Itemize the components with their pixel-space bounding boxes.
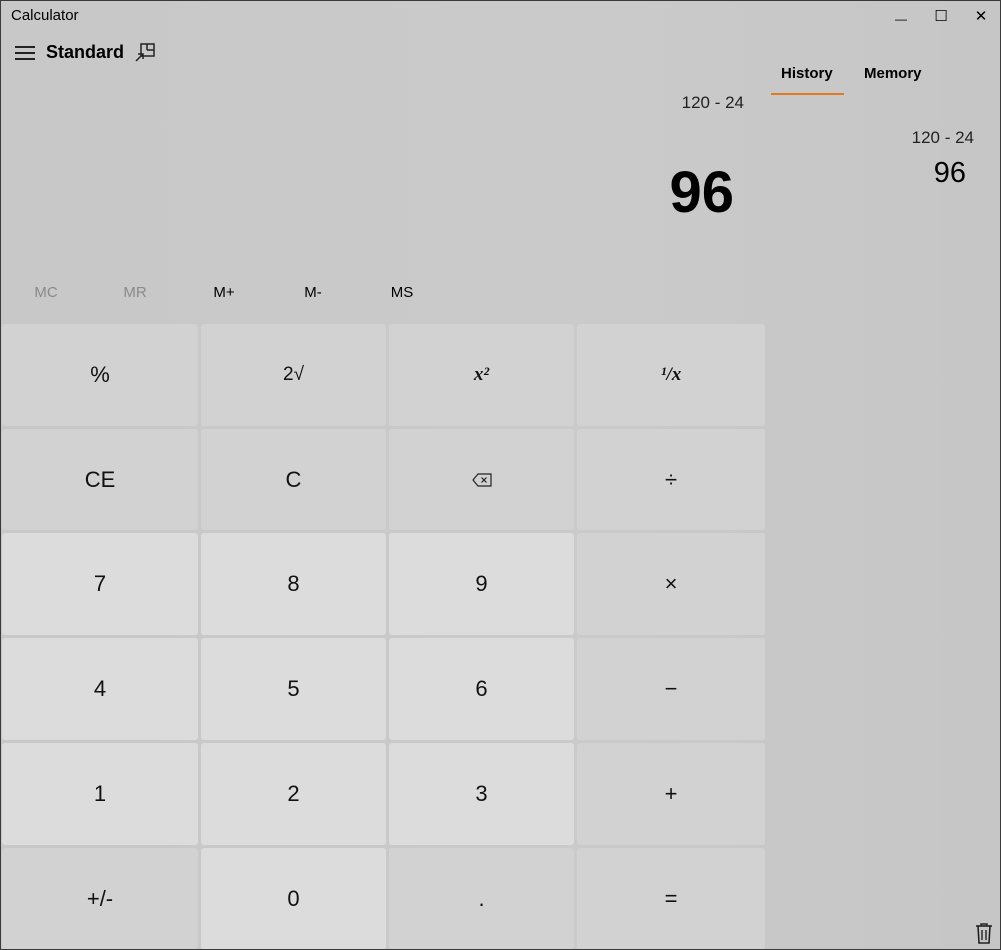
history-result: 96	[933, 157, 966, 189]
minimize-icon: —	[895, 12, 907, 26]
history-expression: 120 - 24	[911, 128, 974, 147]
trash-icon[interactable]	[974, 922, 994, 944]
digit-0-button[interactable]: 0	[201, 848, 386, 949]
close-button[interactable]: ✕	[961, 1, 1000, 31]
app-title: Calculator	[11, 7, 79, 24]
subtract-label: −	[664, 676, 678, 701]
percent-label: %	[90, 362, 110, 387]
maximize-button[interactable]: ☐	[921, 1, 961, 31]
add-label: +	[664, 781, 678, 806]
digit-4-label: 4	[93, 676, 107, 701]
digit-1-label: 1	[93, 781, 107, 806]
digit-0-label: 0	[287, 885, 300, 911]
negate-label: +/-	[86, 885, 114, 911]
clear-entry-label: CE	[84, 466, 116, 492]
multiply-button[interactable]: ×	[577, 533, 765, 635]
clear-entry-button[interactable]: CE	[2, 429, 198, 530]
digit-4-button[interactable]: 4	[2, 638, 198, 740]
decimal-button[interactable]: .	[389, 848, 574, 949]
digit-6-label: 6	[475, 676, 488, 701]
divide-button[interactable]: ÷	[577, 429, 765, 530]
title-bar: Calculator — ☐ ✕	[1, 1, 1000, 31]
memory-recall-button[interactable]: MR	[105, 281, 165, 303]
digit-3-label: 3	[475, 781, 488, 806]
digit-2-label: 2	[287, 781, 300, 806]
result-display: 96	[669, 160, 734, 225]
negate-button[interactable]: +/-	[2, 848, 198, 949]
decimal-label: .	[478, 885, 485, 911]
calculator-window: Calculator — ☐ ✕ Standard 120 - 24 96 MC…	[0, 0, 1001, 950]
digit-2-button[interactable]: 2	[201, 743, 386, 845]
digit-8-label: 8	[287, 571, 300, 596]
add-button[interactable]: +	[577, 743, 765, 845]
digit-7-label: 7	[93, 571, 107, 596]
digit-1-button[interactable]: 1	[2, 743, 198, 845]
digit-9-label: 9	[475, 571, 488, 596]
digit-7-button[interactable]: 7	[2, 533, 198, 635]
digit-8-button[interactable]: 8	[201, 533, 386, 635]
minimize-button[interactable]: —	[881, 1, 921, 31]
square-button[interactable]: x²	[389, 324, 574, 426]
digit-5-button[interactable]: 5	[201, 638, 386, 740]
digit-9-button[interactable]: 9	[389, 533, 574, 635]
square-root-button[interactable]: 2√	[201, 324, 386, 426]
close-icon: ✕	[974, 8, 988, 25]
reciprocal-button[interactable]: ¹/x	[577, 324, 765, 426]
tab-memory[interactable]: Memory	[864, 65, 922, 82]
maximize-icon: ☐	[934, 8, 948, 25]
clear-label: C	[285, 466, 302, 492]
equals-label: =	[664, 885, 678, 911]
digit-3-button[interactable]: 3	[389, 743, 574, 845]
equals-button[interactable]: =	[577, 848, 765, 949]
expression-display: 120 - 24	[681, 93, 744, 112]
square-root-label: 2√	[283, 364, 304, 385]
mode-title: Standard	[46, 42, 125, 62]
keep-on-top-icon[interactable]	[134, 43, 156, 63]
memory-store-button[interactable]: MS	[372, 281, 432, 303]
hamburger-icon[interactable]	[15, 44, 35, 62]
divide-label: ÷	[664, 466, 678, 492]
backspace-button[interactable]	[389, 429, 574, 530]
square-label: x²	[473, 364, 490, 385]
multiply-label: ×	[664, 571, 678, 596]
memory-add-button[interactable]: M+	[194, 281, 254, 303]
memory-clear-button[interactable]: MC	[16, 281, 76, 303]
percent-button[interactable]: %	[2, 324, 198, 426]
memory-subtract-button[interactable]: M-	[283, 281, 343, 303]
subtract-button[interactable]: −	[577, 638, 765, 740]
clear-button[interactable]: C	[201, 429, 386, 530]
reciprocal-label: ¹/x	[660, 364, 682, 385]
tab-history[interactable]: History	[781, 65, 833, 82]
digit-5-label: 5	[287, 676, 300, 701]
digit-6-button[interactable]: 6	[389, 638, 574, 740]
tab-active-indicator	[771, 93, 844, 95]
backspace-icon	[471, 472, 492, 487]
